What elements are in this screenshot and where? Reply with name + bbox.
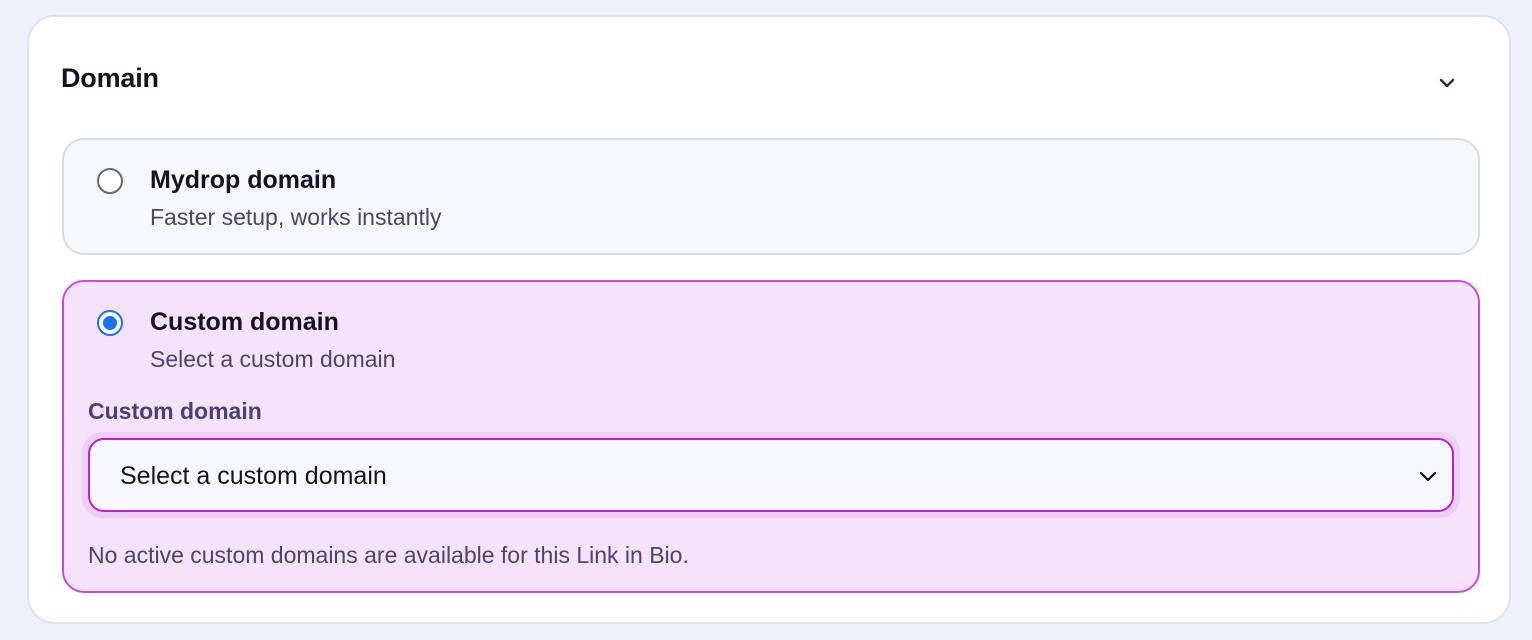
option-description: Faster setup, works instantly: [150, 204, 442, 230]
custom-domain-select-focus-ring: Select a custom domain: [82, 432, 1460, 518]
option-mydrop-domain[interactable]: Mydrop domain Faster setup, works instan…: [62, 138, 1480, 255]
collapse-toggle-button[interactable]: [1431, 67, 1463, 99]
custom-domain-radio[interactable]: [97, 310, 123, 336]
select-value: Select a custom domain: [120, 462, 387, 490]
mydrop-domain-radio[interactable]: [97, 168, 123, 194]
custom-domain-label: Custom domain: [88, 398, 262, 424]
section-title: Domain: [61, 63, 159, 93]
chevron-down-icon: [1439, 78, 1455, 88]
domain-card: Domain Mydrop domain Faster setup, works…: [27, 15, 1511, 624]
custom-domain-help-text: No active custom domains are available f…: [88, 542, 689, 568]
option-title: Mydrop domain: [150, 166, 337, 194]
option-description: Select a custom domain: [150, 346, 396, 372]
option-custom-domain[interactable]: Custom domain Select a custom domain Cus…: [62, 280, 1480, 593]
custom-domain-select[interactable]: Select a custom domain: [88, 438, 1454, 512]
chevron-down-icon: [1419, 471, 1437, 482]
option-title: Custom domain: [150, 308, 339, 336]
